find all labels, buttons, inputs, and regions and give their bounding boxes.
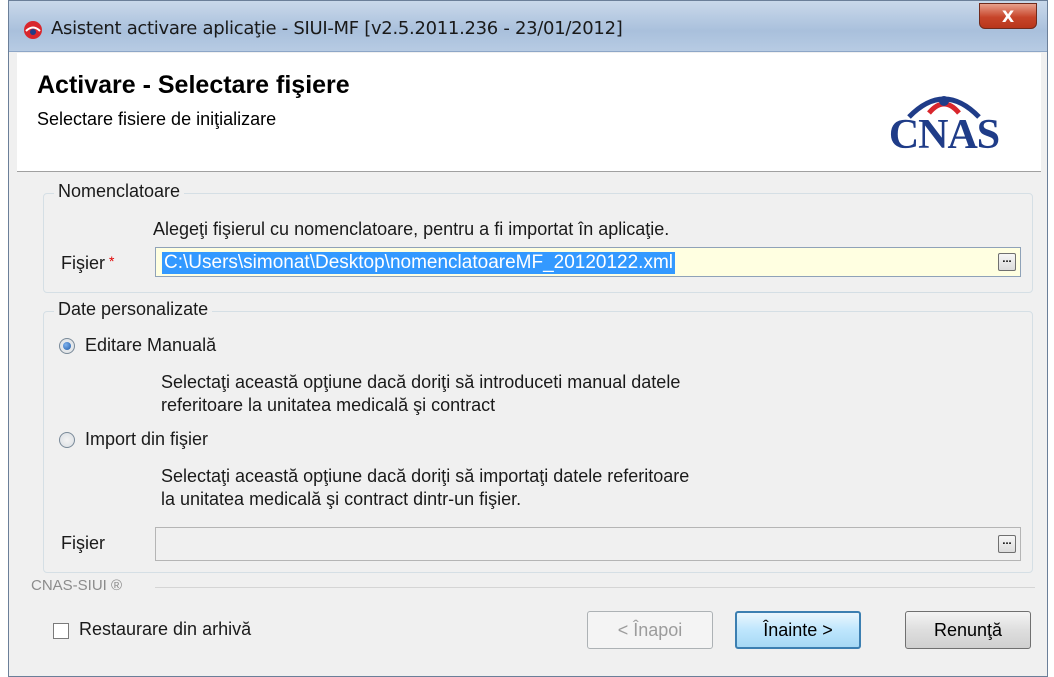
nomenclatoare-file-label: Fişier * [61,253,114,274]
import-file-label: Fişier [61,533,105,553]
radio-editare-manuala[interactable] [59,338,75,354]
close-button[interactable]: X [979,3,1037,29]
nomenclatoare-browse-button[interactable]: ... [998,253,1016,271]
required-mark: * [109,253,115,269]
next-button[interactable]: Înainte > [735,611,861,649]
file-label-text: Fişier [61,253,105,273]
nomenclatoare-instruction: Alegeţi fişierul cu nomenclatoare, pentr… [153,219,670,239]
back-button[interactable]: < Înapoi [587,611,713,649]
nomenclatoare-file-input[interactable]: C:\Users\simonat\Desktop\nomenclatoareMF… [155,247,1021,277]
import-fisier-description: Selectaţi această opţiune dacă doriţi să… [161,465,689,511]
close-icon: X [1001,6,1015,26]
radio-import-fisier-label[interactable]: Import din fişier [85,429,208,450]
nomenclatoare-file-value: C:\Users\simonat\Desktop\nomenclatoareMF… [162,252,676,274]
dialog-window: Asistent activare aplicaţie - SIUI-MF [v… [8,0,1048,677]
editare-manuala-description: Selectaţi această opţiune dacă doriţi să… [161,371,680,417]
logo-text: CNAS [888,112,1000,158]
wizard-header: Activare - Selectare fişiere Selectare f… [17,53,1041,172]
cancel-button[interactable]: Renunţă [905,611,1031,649]
footer-legend: CNAS-SIUI ® [31,577,123,594]
app-icon [24,21,42,39]
page-subtitle: Selectare fisiere de iniţializare [37,109,277,129]
footer-divider [155,587,1035,588]
window-title: Asistent activare aplicaţie - SIUI-MF [v… [51,18,623,39]
cnas-logo: CNAS [869,79,1019,159]
import-file-input[interactable]: ... [155,527,1021,561]
import-browse-button[interactable]: ... [998,535,1016,553]
editare-manuala-desc-line2: referitoare la unitatea medicală şi cont… [161,395,496,415]
import-fisier-desc-line2: la unitatea medicală şi contract dintr-u… [161,489,522,509]
nomenclatoare-legend: Nomenclatoare [54,181,185,202]
nomenclatoare-group: Nomenclatoare [43,181,1033,293]
editare-manuala-desc-line1: Selectaţi această opţiune dacă doriţi să… [161,372,681,392]
import-fisier-desc-line1: Selectaţi această opţiune dacă doriţi să… [161,466,690,486]
radio-import-fisier[interactable] [59,432,75,448]
title-bar[interactable]: Asistent activare aplicaţie - SIUI-MF [v… [9,1,1047,52]
restore-label[interactable]: Restaurare din arhivă [79,619,251,640]
restore-checkbox[interactable] [53,623,69,639]
page-title: Activare - Selectare fişiere [37,71,350,99]
radio-editare-manuala-label[interactable]: Editare Manuală [85,335,216,356]
date-personalizate-legend: Date personalizate [54,299,213,320]
